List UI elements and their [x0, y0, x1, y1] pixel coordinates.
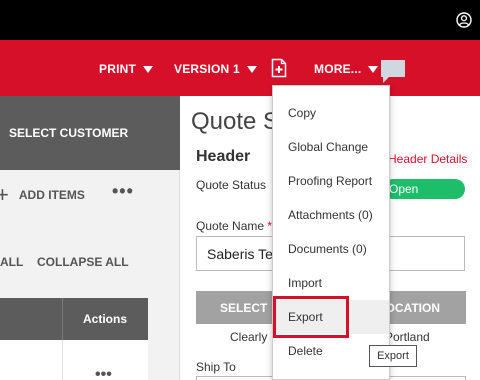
left-panel: SELECT CUSTOMER + ADD ITEMS ••• ALL COLL…: [0, 96, 180, 380]
chevron-down-icon: [143, 65, 153, 73]
customer-name-text: Clearly: [230, 330, 268, 344]
plus-icon: +: [0, 182, 9, 207]
items-table-header: Actions: [0, 298, 148, 340]
status-badge[interactable]: Open: [383, 179, 465, 199]
ship-to-label: Ship To: [196, 360, 236, 374]
select-customer-label: SELECT CUSTOMER: [9, 126, 129, 140]
row-actions-icon[interactable]: •••: [95, 366, 112, 380]
quote-name-label: Quote Name *: [196, 219, 272, 233]
page-title: Quote S: [191, 108, 280, 135]
top-bar: [0, 0, 480, 40]
select-button-right-label: OCATION: [385, 300, 440, 315]
column-divider: [62, 340, 63, 380]
actions-column-header: Actions: [82, 312, 127, 326]
more-menu-button[interactable]: MORE...: [314, 62, 379, 76]
document-add-icon[interactable]: [271, 58, 287, 78]
header-details-link[interactable]: Header Details: [388, 152, 467, 166]
select-button-left-label: SELECT: [220, 300, 268, 315]
add-items-label: ADD ITEMS: [18, 188, 85, 202]
more-options-icon[interactable]: •••: [112, 182, 134, 200]
more-label: MORE...: [314, 62, 362, 76]
menu-item-import[interactable]: Import: [273, 266, 389, 300]
menu-item-documents[interactable]: Documents (0): [273, 232, 389, 266]
section-header: Header: [196, 148, 251, 165]
location-name-text: Portland: [385, 330, 430, 344]
print-menu-button[interactable]: PRINT: [99, 62, 153, 76]
menu-item-attachments[interactable]: Attachments (0): [273, 198, 389, 232]
menu-item-global-change[interactable]: Global Change: [273, 130, 389, 164]
add-items-button[interactable]: + ADD ITEMS: [0, 182, 85, 208]
status-value: Open: [389, 182, 419, 196]
table-row: [0, 340, 148, 380]
print-label: PRINT: [99, 62, 136, 76]
expand-all-link[interactable]: ALL: [0, 255, 23, 269]
export-tooltip: Export: [369, 345, 417, 367]
select-customer-button[interactable]: SELECT CUSTOMER: [0, 96, 180, 170]
action-bar: PRINT VERSION 1 MORE...: [0, 40, 480, 96]
quote-name-value: Saberis Te: [207, 245, 273, 262]
user-circle-icon[interactable]: [456, 12, 472, 28]
collapse-all-link[interactable]: COLLAPSE ALL: [37, 255, 129, 269]
chevron-down-icon: [246, 65, 257, 73]
export-highlight-box: [273, 296, 349, 338]
chat-bubble-icon[interactable]: [379, 58, 407, 84]
version-menu-button[interactable]: VERSION 1: [174, 62, 257, 76]
chevron-down-icon: [368, 65, 379, 73]
quote-name-label-text: Quote Name: [196, 219, 265, 233]
quote-status-label: Quote Status: [196, 178, 267, 192]
version-label: VERSION 1: [174, 62, 240, 76]
menu-item-proofing-report[interactable]: Proofing Report: [273, 164, 389, 198]
menu-item-copy[interactable]: Copy: [273, 96, 389, 130]
